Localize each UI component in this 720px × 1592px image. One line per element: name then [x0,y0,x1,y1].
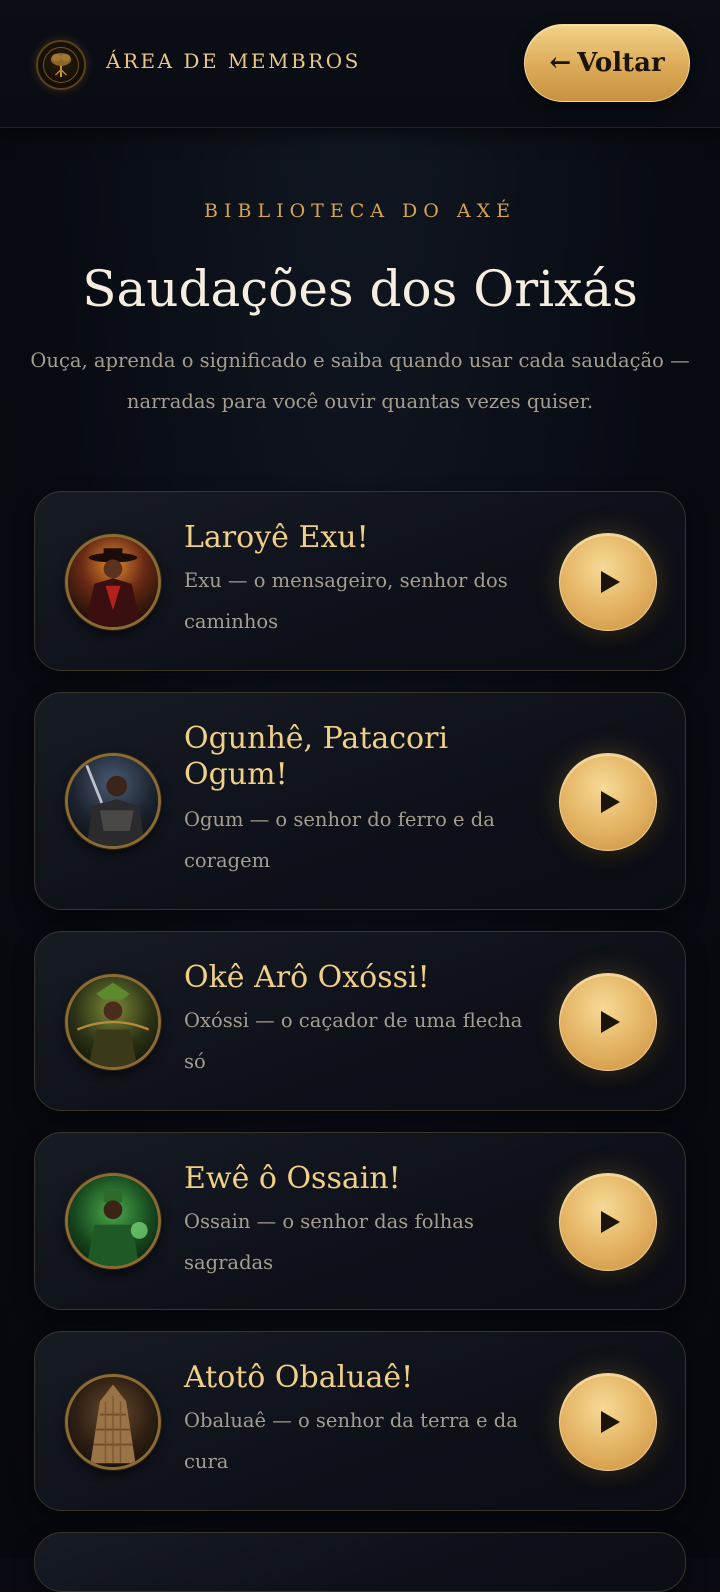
play-icon [601,1011,620,1033]
play-button[interactable] [559,533,657,631]
greeting-description: Exu — o mensageiro, senhor dos caminhos [184,569,508,633]
orixa-avatar [65,974,161,1070]
play-button[interactable] [559,1373,657,1471]
greeting-card: Ewê ô Ossain! Ossain — o senhor das folh… [34,1132,686,1310]
greeting-description: Ogum — o senhor do ferro e da coragem [184,808,495,872]
greeting-description: Obaluaê — o senhor da terra e da cura [184,1409,518,1473]
greeting-title: Okê Arô Oxóssi! [184,960,430,995]
page-title: Saudações dos Orixás [82,260,638,318]
greeting-description: Oxóssi — o caçador de uma flecha só [184,1009,523,1073]
play-icon [601,1211,620,1233]
greeting-title: Ogunhê, Patacori Ogum! [184,721,449,792]
play-icon [601,791,620,813]
greeting-card: Atotô Obaluaê! Obaluaê — o senhor da ter… [34,1331,686,1511]
play-icon [601,571,620,593]
greeting-card [34,1532,686,1592]
page-subtitle: Ouça, aprenda o significado e saiba quan… [30,349,690,413]
greeting-title: Ewê ô Ossain! [184,1161,401,1196]
greeting-description: Ossain — o senhor das folhas sagradas [184,1210,474,1274]
greeting-card: Okê Arô Oxóssi! Oxóssi — o caçador de um… [34,931,686,1111]
greeting-title: Atotô Obaluaê! [184,1360,414,1395]
greeting-card: Ogunhê, Patacori Ogum! Ogum — o senhor d… [34,692,686,910]
top-bar: ÁREA DE MEMBROS ← Voltar [0,0,720,128]
play-button[interactable] [559,753,657,851]
play-button[interactable] [559,973,657,1071]
brand-label: ÁREA DE MEMBROS [106,49,361,73]
back-button-label: Voltar [577,48,665,78]
orixa-avatar [65,1374,161,1470]
greeting-card: Laroyê Exu! Exu — o mensageiro, senhor d… [34,491,686,671]
section-eyebrow: BIBLIOTECA DO AXÉ [204,200,516,222]
play-icon [601,1411,620,1433]
play-button[interactable] [559,1173,657,1271]
orixa-avatar [65,1173,161,1269]
back-button[interactable]: ← Voltar [524,24,690,102]
arrow-left-icon: ← [549,48,572,78]
orixa-avatar [65,534,161,630]
greeting-title: Laroyê Exu! [184,520,369,555]
tree-logo-icon [36,40,86,90]
orixa-avatar [65,753,161,849]
